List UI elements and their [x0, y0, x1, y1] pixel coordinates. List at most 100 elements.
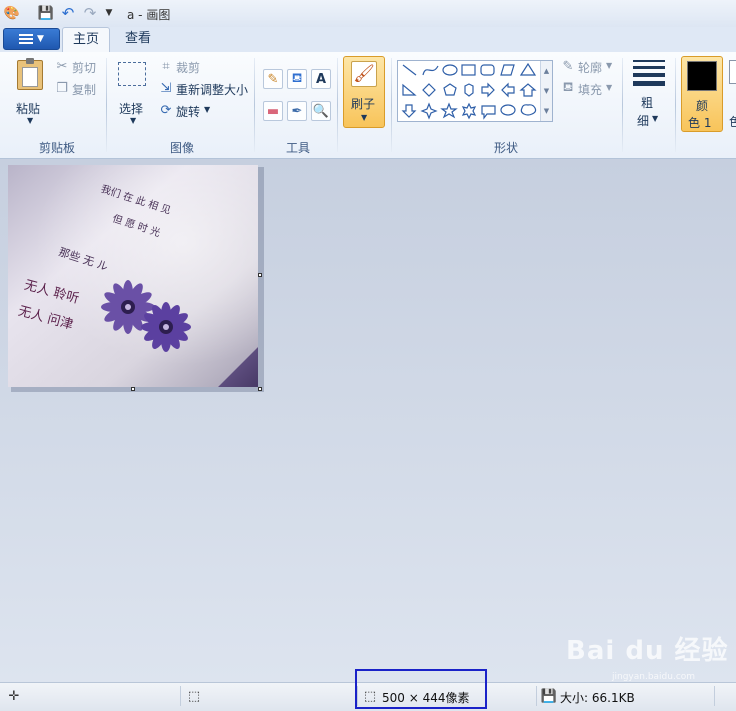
down-arrow-shape-icon [401, 104, 417, 118]
copy-icon: ❐ [56, 80, 68, 96]
baidu-watermark: Bai du 经验 [566, 636, 729, 666]
tools-group-label: 工具 [285, 141, 310, 155]
group-divider [106, 58, 107, 152]
status-divider [536, 686, 537, 706]
pencil-icon[interactable]: ✎ [263, 69, 283, 89]
shapes-gallery-scrollbar[interactable]: ▲ ▼ ▼ [540, 61, 552, 121]
shapes-gallery-icons [401, 62, 537, 120]
ribbon-tab-row: ▼ 主页 查看 [0, 27, 736, 53]
save-icon[interactable]: 💾 [38, 5, 54, 21]
triangle-shape-icon [519, 62, 537, 76]
outline-icon: ✎ [562, 58, 574, 74]
color2-button[interactable]: 色 [727, 56, 736, 132]
fill-button[interactable]: 填充 [578, 81, 602, 98]
six-point-star-shape-icon [461, 102, 477, 120]
eraser-icon[interactable]: ▬ [263, 101, 283, 121]
resize-button[interactable]: 重新调整大小 [176, 81, 248, 98]
shapes-group-label: 形状 [493, 141, 518, 155]
left-arrow-shape-icon [501, 82, 515, 98]
outline-button[interactable]: 轮廓 [578, 59, 602, 76]
group-divider [254, 58, 255, 152]
right-arrow-shape-icon [481, 82, 495, 98]
menu-icon [19, 34, 34, 44]
five-point-star-shape-icon [440, 102, 458, 119]
resize-handle-bottom[interactable] [131, 387, 135, 391]
oval-callout-shape-icon [500, 104, 516, 116]
brush-button[interactable]: 🖌 刷子 ▼ [343, 56, 385, 128]
file-size-text: 大小: 66.1KB [560, 691, 635, 705]
resize-handle-corner[interactable] [258, 387, 262, 391]
window-title: a - 画图 [127, 8, 171, 22]
rounded-rectangle-shape-icon [480, 64, 495, 76]
shapes-gallery[interactable]: ▲ ▼ ▼ [397, 60, 553, 122]
copy-button[interactable]: 复制 [72, 81, 96, 98]
paste-label: 粘贴 [16, 102, 41, 116]
group-divider [622, 58, 623, 152]
color2-label: 色 [729, 115, 736, 129]
magnifier-icon[interactable]: 🔍 [311, 101, 331, 121]
rectangle-shape-icon [461, 64, 476, 76]
flowers-illustration [101, 280, 191, 352]
color-picker-icon[interactable]: ✒ [287, 101, 307, 121]
color1-button[interactable]: 颜 色 1 [681, 56, 723, 132]
clipboard-icon [17, 58, 43, 90]
resize-icon: ⇲ [160, 80, 172, 96]
hexagon-shape-icon [464, 83, 474, 97]
line-width-icon [633, 60, 665, 86]
highlight-annotation-box [355, 669, 487, 709]
chevron-down-icon: ▼ [652, 114, 659, 123]
undo-icon[interactable]: ↶ [60, 4, 76, 22]
cloud-callout-shape-icon [520, 104, 537, 116]
resize-handle-right[interactable] [258, 273, 262, 277]
polygon-shape-icon [500, 64, 515, 76]
size-label-line2: 细 [637, 114, 650, 128]
chevron-down-icon: ▼ [606, 83, 613, 92]
selection-rect-icon [118, 62, 146, 86]
text-tool-icon[interactable]: A [311, 69, 331, 89]
canvas-workspace[interactable]: 我们 在 此 相 见 但 愿 时 光 那些 无 ル 无人 聆听 无人 问津 [0, 159, 736, 682]
group-divider [337, 58, 338, 152]
rotate-button[interactable]: 旋转 [176, 103, 200, 120]
quick-access-dropdown-icon[interactable]: ▼ [101, 5, 117, 21]
app-menu-button[interactable]: ▼ [3, 28, 60, 50]
chevron-down-icon: ▼ [130, 116, 137, 125]
cursor-position-icon: ✛ [8, 688, 20, 704]
paint-app-icon[interactable]: 🎨 [4, 5, 20, 21]
chevron-down-icon: ▼ [37, 34, 44, 44]
pentagon-shape-icon [443, 83, 457, 96]
right-triangle-shape-icon [402, 83, 417, 96]
title-bar: 🎨 💾 ↶ ↷ ▼ a - 画图 [0, 0, 736, 27]
color1-label-line2: 色 1 [688, 116, 712, 130]
tab-view[interactable]: 查看 [114, 27, 162, 52]
disk-icon: 💾 [540, 688, 558, 704]
brush-icon: 🖌 [351, 61, 377, 87]
redo-icon[interactable]: ↷ [82, 4, 98, 22]
oval-shape-icon [442, 64, 458, 76]
size-label-line1: 粗 [641, 96, 654, 110]
paste-button[interactable]: 粘贴 ▼ [12, 58, 50, 128]
image-group-label: 图像 [169, 141, 194, 155]
size-button[interactable]: 粗 细 ▼ [630, 56, 670, 132]
rounded-callout-shape-icon [481, 105, 496, 120]
color1-swatch [687, 61, 717, 91]
color1-label-line1: 颜 [696, 99, 709, 113]
fill-bucket-icon[interactable]: ⛾ [287, 69, 307, 89]
fill-icon: ⛾ [562, 79, 574, 95]
status-divider [180, 686, 181, 706]
scissors-icon: ✂ [56, 58, 68, 74]
ribbon: 粘贴 ▼ ✂ 剪切 ❐ 复制 剪贴板 选择 ▼ ⌗ 裁剪 ⇲ 重新调整大小 ⟳ … [0, 52, 736, 159]
image-canvas[interactable]: 我们 在 此 相 见 但 愿 时 光 那些 无 ル 无人 聆听 无人 问津 [8, 165, 258, 387]
diamond-shape-icon [422, 83, 436, 97]
clipboard-group-label: 剪贴板 [38, 141, 75, 155]
cut-button[interactable]: 剪切 [72, 59, 96, 76]
chevron-down-icon: ▼ [27, 116, 34, 125]
select-button[interactable]: 选择 ▼ [114, 58, 152, 128]
status-bar: ✛ ⬚ ⬚ 500 × 444像素 💾 大小: 66.1KB [0, 669, 736, 711]
four-point-star-shape-icon [420, 102, 438, 120]
status-divider [714, 686, 715, 706]
chevron-down-icon: ▼ [361, 113, 368, 122]
crop-button[interactable]: 裁剪 [176, 59, 200, 76]
tab-home[interactable]: 主页 [62, 27, 110, 52]
line-shape-icon [402, 64, 417, 76]
up-arrow-shape-icon [519, 83, 537, 97]
